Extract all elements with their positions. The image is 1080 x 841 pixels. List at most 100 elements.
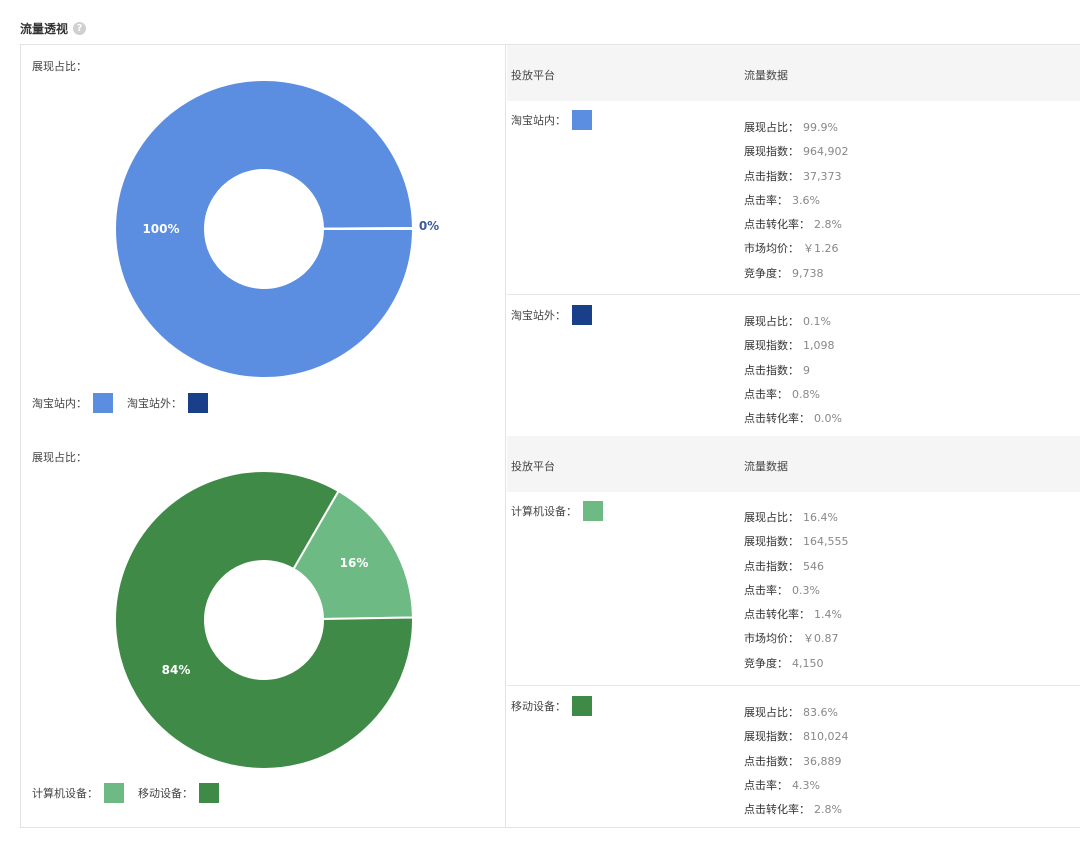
- chart2-legend: 计算机设备： 移动设备：: [32, 783, 233, 803]
- slice-label-1-1: 84%: [162, 663, 191, 677]
- legend-swatch-mobile[interactable]: [199, 783, 219, 803]
- metric-key: 展现占比：: [744, 511, 799, 524]
- metric-key: 点击率：: [744, 193, 788, 207]
- row-divider: [507, 685, 1080, 686]
- platform-swatch: [583, 501, 603, 521]
- metric-row: 展现占比： 99.9%: [744, 116, 849, 140]
- metric-value: 546: [803, 559, 824, 573]
- metrics-mobile: 展现占比： 83.6% 展现指数： 810,024 点击指数： 36,889 点击率： 4.3…: [744, 701, 849, 822]
- table1-header: 投放平台 流量数据: [507, 45, 1080, 101]
- metric-row: 点击率： 0.8%: [744, 383, 842, 407]
- metric-row: 点击率： 3.6%: [744, 189, 849, 213]
- metric-value: 99.9%: [803, 121, 838, 134]
- metric-row: 展现指数： 1,098: [744, 334, 842, 358]
- metric-row: 点击率： 4.3%: [744, 774, 849, 798]
- row-divider: [507, 294, 1080, 295]
- header-platform: 投放平台: [511, 460, 555, 473]
- metric-row: 展现指数： 964,902: [744, 140, 849, 164]
- metric-value: 0.0%: [814, 412, 842, 426]
- metric-row: 市场均价： ￥0.87: [744, 627, 849, 651]
- metric-key: 展现占比：: [744, 706, 799, 719]
- legend-label-site-in: 淘宝站内：: [32, 397, 87, 410]
- metric-value: 2.8%: [814, 218, 842, 232]
- metric-value: ￥1.26: [803, 242, 839, 256]
- metric-value: 9: [803, 363, 810, 377]
- metric-row: 点击指数： 9: [744, 359, 842, 383]
- metric-row: 点击率： 0.3%: [744, 579, 849, 603]
- header-traffic-data: 流量数据: [744, 69, 788, 82]
- pie-slice-0-1[interactable]: [321, 227, 415, 230]
- table2-header: 投放平台 流量数据: [507, 436, 1080, 492]
- metric-key: 点击指数：: [744, 754, 799, 768]
- metric-value: 4.3%: [792, 778, 820, 792]
- metric-value: 2.8%: [814, 803, 842, 817]
- metric-value: 164,555: [803, 535, 849, 549]
- legend-label-mobile: 移动设备：: [138, 787, 193, 800]
- metric-key: 点击转化率：: [744, 412, 810, 426]
- metric-key: 点击转化率：: [744, 803, 810, 817]
- metric-key: 点击转化率：: [744, 218, 810, 232]
- metric-row: 点击指数： 37,373: [744, 165, 849, 189]
- header-platform: 投放平台: [511, 69, 555, 82]
- legend-swatch-site-out[interactable]: [188, 393, 208, 413]
- metric-key: 点击率：: [744, 387, 788, 401]
- metric-key: 竞争度：: [744, 656, 788, 670]
- metric-value: 37,373: [803, 169, 842, 183]
- metric-row: 展现占比： 16.4%: [744, 506, 849, 530]
- platform-pc: 计算机设备：: [511, 501, 603, 521]
- metric-value: 83.6%: [803, 706, 838, 719]
- slice-label-0-0: 100%: [142, 222, 179, 236]
- metric-row: 市场均价： ￥1.26: [744, 237, 849, 261]
- metric-row: 展现占比： 0.1%: [744, 310, 842, 334]
- metric-value: 1,098: [803, 339, 835, 353]
- metric-value: 964,902: [803, 145, 849, 159]
- metric-value: 0.8%: [792, 387, 820, 401]
- metric-key: 展现指数：: [744, 535, 799, 549]
- metric-key: 展现指数：: [744, 145, 799, 159]
- metric-row: 展现指数： 164,555: [744, 530, 849, 554]
- metric-value: ￥0.87: [803, 632, 839, 646]
- metric-key: 点击转化率：: [744, 608, 810, 622]
- legend-label-site-out: 淘宝站外：: [127, 397, 182, 410]
- platform-swatch: [572, 110, 592, 130]
- metric-row: 展现指数： 810,024: [744, 725, 849, 749]
- header-traffic-data: 流量数据: [744, 460, 788, 473]
- metric-value: 16.4%: [803, 511, 838, 524]
- metric-value: 810,024: [803, 730, 849, 744]
- metric-key: 点击指数：: [744, 169, 799, 183]
- slice-label-1-0: 16%: [340, 556, 369, 570]
- metric-key: 点击率：: [744, 778, 788, 792]
- metric-key: 展现占比：: [744, 315, 799, 328]
- metric-value: 0.1%: [803, 315, 831, 328]
- metric-key: 展现指数：: [744, 730, 799, 744]
- platform-swatch: [572, 305, 592, 325]
- metric-row: 点击指数： 546: [744, 555, 849, 579]
- metric-key: 市场均价：: [744, 632, 799, 646]
- chart1-legend: 淘宝站内： 淘宝站外：: [32, 393, 222, 413]
- metrics-site-out: 展现占比： 0.1% 展现指数： 1,098 点击指数： 9 点击率： 0.8% 点击转化率： 0…: [744, 310, 842, 431]
- metric-value: 1.4%: [814, 608, 842, 622]
- metric-row: 点击转化率： 1.4%: [744, 603, 849, 627]
- legend-swatch-pc[interactable]: [104, 783, 124, 803]
- platform-label: 淘宝站内：: [511, 114, 566, 127]
- metric-row: 竞争度： 4,150: [744, 652, 849, 676]
- metric-value: 36,889: [803, 754, 842, 768]
- metrics-pc: 展现占比： 16.4% 展现指数： 164,555 点击指数： 546 点击率： 0.3% 点击…: [744, 506, 849, 676]
- metric-key: 竞争度：: [744, 266, 788, 280]
- platform-label: 计算机设备：: [511, 505, 577, 518]
- metric-key: 点击指数：: [744, 559, 799, 573]
- metric-row: 点击转化率： 0.0%: [744, 407, 842, 431]
- metric-row: 点击转化率： 2.8%: [744, 798, 849, 822]
- metric-value: 0.3%: [792, 583, 820, 597]
- metrics-site-in: 展现占比： 99.9% 展现指数： 964,902 点击指数： 37,373 点击率： 3.6…: [744, 116, 849, 286]
- metric-row: 点击转化率： 2.8%: [744, 213, 849, 237]
- metric-key: 展现占比：: [744, 121, 799, 134]
- legend-swatch-site-in[interactable]: [93, 393, 113, 413]
- platform-site-in: 淘宝站内：: [511, 110, 592, 130]
- chart2-label: 展现占比：: [32, 451, 87, 464]
- platform-site-out: 淘宝站外：: [511, 305, 592, 325]
- slice-label-0-1: 0%: [419, 219, 439, 233]
- metric-key: 展现指数：: [744, 339, 799, 353]
- metric-value: 4,150: [792, 656, 824, 670]
- metric-key: 市场均价：: [744, 242, 799, 256]
